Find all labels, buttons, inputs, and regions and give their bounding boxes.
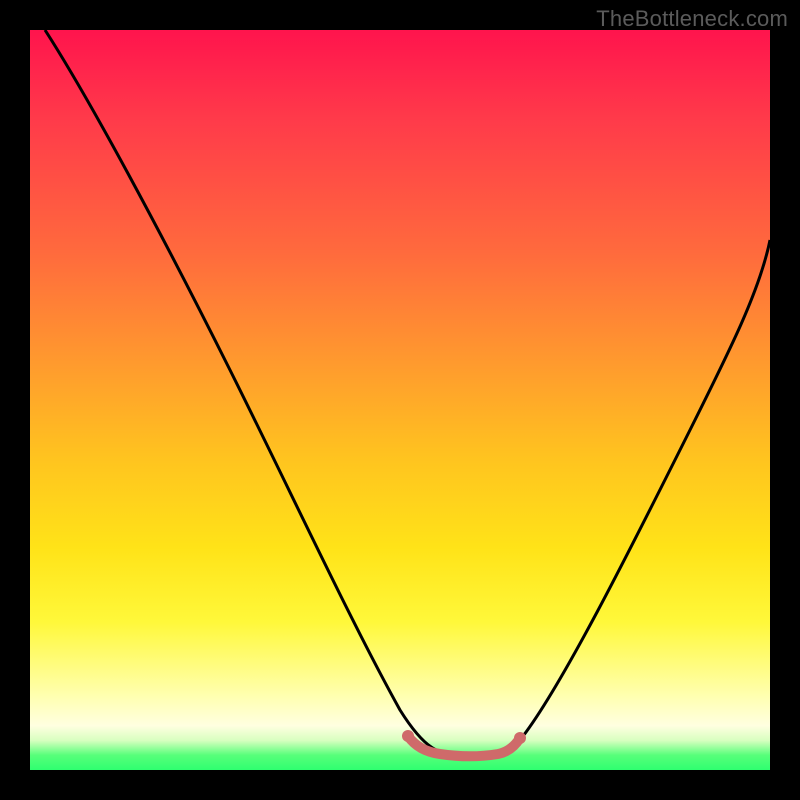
bottleneck-curve bbox=[45, 30, 770, 755]
curve-layer bbox=[30, 30, 770, 770]
flat-segment-dot-left bbox=[402, 730, 414, 742]
flat-segment-dot-right bbox=[514, 732, 526, 744]
watermark-text: TheBottleneck.com bbox=[596, 6, 788, 32]
flat-segment bbox=[408, 736, 520, 756]
plot-area bbox=[30, 30, 770, 770]
chart-frame: TheBottleneck.com bbox=[0, 0, 800, 800]
